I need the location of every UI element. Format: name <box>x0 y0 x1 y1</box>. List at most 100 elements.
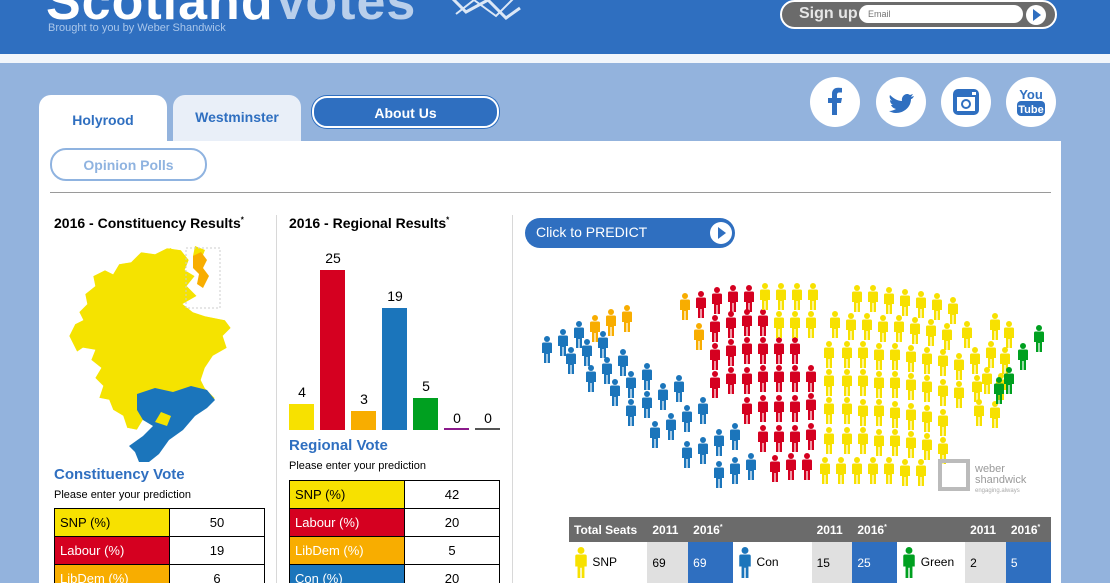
seat-person-icon <box>868 285 878 312</box>
seat-person-icon <box>906 345 916 372</box>
seat-person-icon <box>890 429 900 456</box>
facebook-icon <box>828 87 842 115</box>
scotland-map[interactable] <box>55 240 255 468</box>
seat-person-icon <box>970 347 980 374</box>
instagram-button[interactable] <box>941 77 991 127</box>
seat-person-icon <box>650 421 660 448</box>
regional-hint: Please enter your prediction <box>289 460 426 472</box>
seat-person-icon <box>922 375 932 402</box>
seats-header-cell: 2011 <box>811 517 853 542</box>
constituency-row: SNP (%) 50 <box>54 508 265 537</box>
seats-header-cell: 2016* <box>1005 517 1051 542</box>
twitter-button[interactable] <box>876 77 926 127</box>
constituency-hint: Please enter your prediction <box>54 489 191 501</box>
seat-person-icon <box>874 399 884 426</box>
chart-bar <box>413 398 438 430</box>
regional-party-label: LibDem (%) <box>289 536 405 565</box>
seat-person-icon <box>824 369 834 396</box>
seat-person-icon <box>910 317 920 344</box>
tab-holyrood[interactable]: Holyrood <box>39 95 167 142</box>
seat-person-icon <box>884 287 894 314</box>
seat-person-icon <box>574 321 584 348</box>
logo-byline: Brought to you by Weber Shandwick <box>48 22 226 34</box>
site-header: ScotlandVotes Brought to you by Weber Sh… <box>0 0 1110 54</box>
tab-westminster[interactable]: Westminster <box>173 95 301 142</box>
seat-person-icon <box>582 339 592 366</box>
regional-prediction-input[interactable]: 5 <box>404 536 500 565</box>
weber-logo-icon <box>938 459 970 491</box>
seat-person-icon <box>710 343 720 370</box>
seat-person-icon <box>926 319 936 346</box>
seat-person-icon <box>698 437 708 464</box>
signup-submit-button[interactable] <box>1026 5 1046 25</box>
seat-person-icon <box>758 337 768 364</box>
seat-person-icon <box>858 427 868 454</box>
seat-person-icon <box>938 379 948 406</box>
seat-person-icon <box>858 369 868 396</box>
regional-prediction-input[interactable]: 20 <box>404 508 500 537</box>
constituency-prediction-input[interactable]: 50 <box>169 508 265 537</box>
seat-person-icon <box>746 453 756 480</box>
seat-person-icon <box>710 371 720 398</box>
youtube-tube-text: Tube <box>1018 104 1043 116</box>
regional-table: SNP (%) 42 Labour (%) 20 LibDem (%) 5 Con (%) 2… <box>289 480 500 583</box>
regional-party-label: Con (%) <box>289 564 405 583</box>
seat-person-icon <box>916 291 926 318</box>
seats-header-cell: 2011 <box>647 517 689 542</box>
constituency-party-label: LibDem (%) <box>54 564 170 583</box>
opinion-polls-button[interactable]: Opinion Polls <box>50 148 207 181</box>
seats-header-cell <box>897 517 966 542</box>
regional-party-label: Labour (%) <box>289 508 405 537</box>
seat-person-icon <box>760 283 770 310</box>
seat-person-icon <box>962 321 972 348</box>
constituency-party-label: SNP (%) <box>54 508 170 537</box>
seat-person-icon <box>842 397 852 424</box>
chart-bar <box>289 404 314 430</box>
constituency-prediction-input[interactable]: 19 <box>169 536 265 565</box>
seats-2016-value: 69 <box>688 542 734 583</box>
seat-person-icon <box>916 459 926 486</box>
seat-person-icon <box>824 341 834 368</box>
regional-prediction-input[interactable]: 20 <box>404 564 500 583</box>
email-input[interactable] <box>859 5 1023 23</box>
seat-person-icon <box>922 405 932 432</box>
party-name: Green <box>917 555 955 570</box>
seats-2016-value: 5 <box>1005 542 1051 583</box>
regional-prediction-input[interactable]: 42 <box>404 480 500 509</box>
seat-person-icon <box>774 311 784 338</box>
youtube-button[interactable]: You Tube <box>1006 77 1056 127</box>
seat-person-icon <box>758 425 768 452</box>
facebook-button[interactable] <box>810 77 860 127</box>
seat-person-icon <box>680 293 690 320</box>
seat-person-icon <box>542 336 552 363</box>
seat-person-icon <box>906 373 916 400</box>
seat-person-icon <box>682 441 692 468</box>
weber-line2: shandwick <box>975 474 1027 486</box>
seat-person-icon <box>728 285 738 312</box>
parliament-seats-diagram <box>542 283 1044 488</box>
seats-party-cell: SNP <box>569 542 647 583</box>
main-panel: Opinion Polls 2016 - Constituency Result… <box>39 141 1061 583</box>
chart-bar-value-label: 3 <box>360 391 368 407</box>
chart-bar <box>382 308 407 430</box>
seat-person-icon <box>714 429 724 456</box>
seat-person-icon <box>790 395 800 422</box>
regional-party-label: SNP (%) <box>289 480 405 509</box>
seats-row: SNP 69 69 Con 15 25 Green 2 5 <box>569 542 1051 583</box>
seat-person-icon <box>642 363 652 390</box>
seat-person-icon <box>1004 321 1014 348</box>
chart-bar-value-label: 5 <box>422 378 430 394</box>
seat-person-icon <box>790 311 800 338</box>
seat-person-icon <box>862 313 872 340</box>
seat-person-icon <box>852 285 862 312</box>
predict-button[interactable]: Click to PREDICT <box>525 218 735 248</box>
chart-bar-value-label: 19 <box>387 288 403 304</box>
constituency-prediction-input[interactable]: 6 <box>169 564 265 583</box>
seat-person-icon <box>942 323 952 350</box>
seat-person-icon <box>774 337 784 364</box>
seat-person-icon <box>726 311 736 338</box>
seat-person-icon <box>806 311 816 338</box>
seat-person-icon <box>948 297 958 324</box>
regional-row: Con (%) 20 <box>289 564 500 583</box>
about-us-button[interactable]: About Us <box>312 96 499 128</box>
